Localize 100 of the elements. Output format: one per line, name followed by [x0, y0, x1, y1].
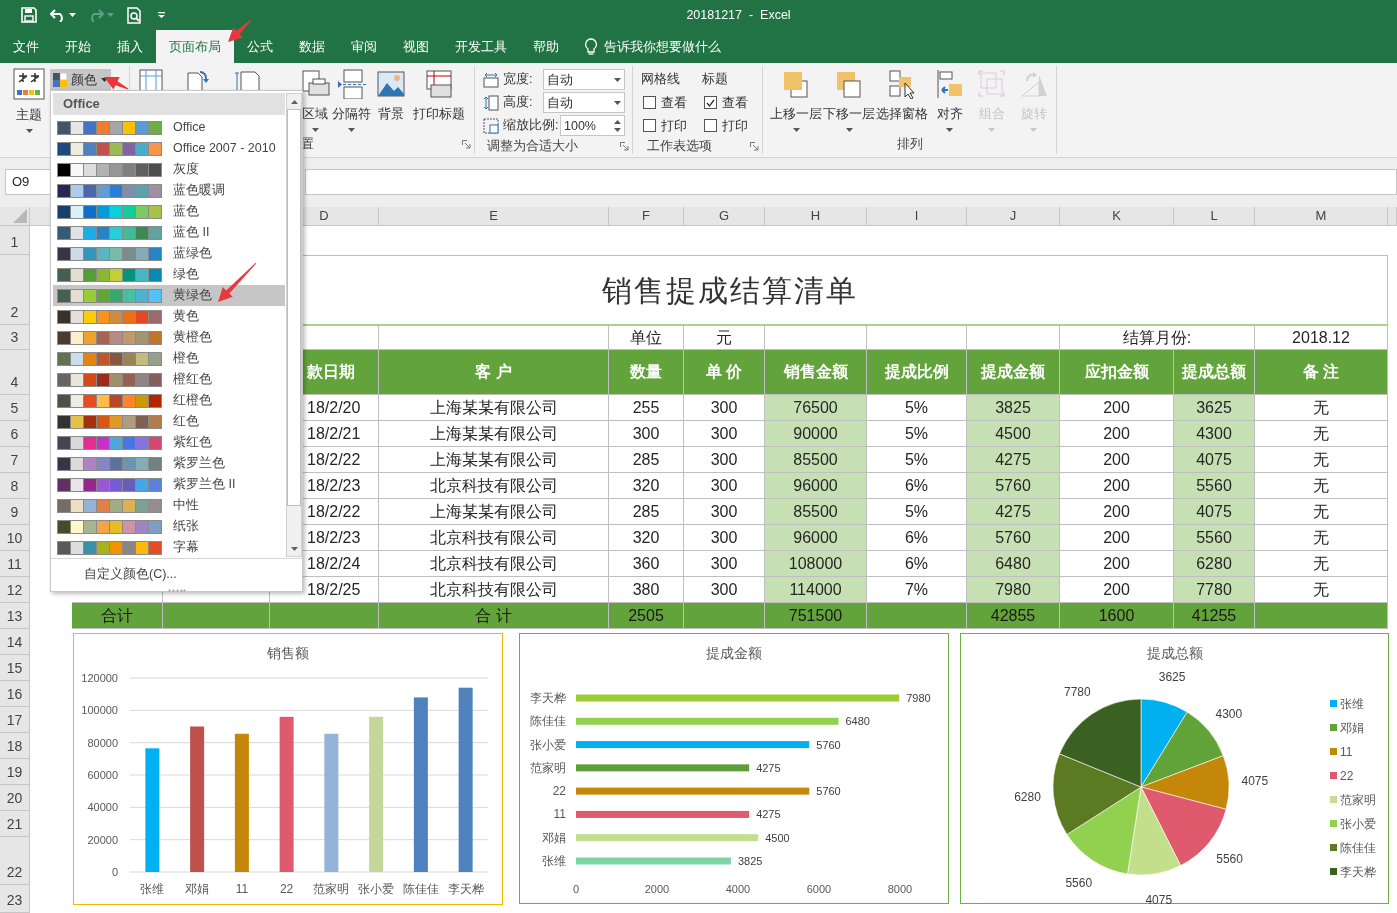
dialog-launcher-button[interactable] [620, 141, 629, 151]
color-scheme-item[interactable]: 黄橙色 [53, 327, 286, 348]
ribbon-button[interactable]: 打印标题 [412, 69, 466, 122]
row-header[interactable]: 12 [0, 577, 30, 603]
row-header[interactable]: 18 [0, 733, 30, 759]
bar-chart[interactable]: 提成金额 0 2000 4000 6000 8000 李天桦 7980 陈佳佳 6480 张小爱 5760 范家明 4275 22 5760 11 4275 邓娟 4500 张维 3825 [519, 633, 949, 904]
row-header[interactable]: 5 [0, 395, 30, 421]
launcher-icon [620, 141, 629, 151]
color-scheme-item[interactable]: 黄绿色 [53, 285, 286, 306]
column-header[interactable]: I [867, 207, 967, 226]
row-header[interactable]: 10 [0, 525, 30, 551]
column-heading: 提成总额 [1174, 350, 1255, 395]
table-cell: 1600 [1060, 603, 1174, 629]
checkbox-label: 查看 [661, 94, 687, 111]
legend-swatch [1330, 868, 1337, 875]
row-header[interactable]: 14 [0, 629, 30, 655]
row-header[interactable]: 19 [0, 759, 30, 785]
table-cell: 无 [1255, 551, 1388, 577]
table-cell: 5% [867, 421, 967, 447]
checkbox[interactable] [704, 119, 717, 132]
color-scheme-item[interactable]: 蓝色暖调 [53, 180, 286, 201]
colors-button[interactable]: 颜色 [50, 69, 111, 91]
table-cell: 结算月份: [1060, 325, 1255, 350]
ribbon-button[interactable]: 下移一层 [823, 69, 875, 132]
axis-label: 11 [235, 882, 249, 896]
row-header[interactable]: 22 [0, 837, 30, 885]
row-header[interactable]: 1 [0, 226, 30, 255]
data-label: 6480 [845, 715, 870, 728]
checkbox[interactable] [643, 96, 656, 109]
table-cell: 7% [867, 577, 967, 603]
dropdown-field[interactable]: 自动 [543, 69, 625, 90]
color-scheme-item[interactable]: Office [53, 117, 286, 138]
group-label: 工作表选项 [647, 138, 712, 155]
ribbon-tab[interactable]: 文件 [0, 30, 52, 63]
ribbon-tab[interactable]: 开始 [52, 30, 104, 63]
column-header[interactable]: M [1255, 207, 1388, 226]
row-header[interactable]: 15 [0, 655, 30, 681]
table-cell: 300 [684, 525, 765, 551]
column-header[interactable]: G [684, 207, 765, 226]
color-scheme-item[interactable]: Office 2007 - 2010 [53, 138, 286, 159]
ribbon-tab[interactable]: 公式 [234, 30, 286, 63]
ribbon-tab[interactable]: 审阅 [338, 30, 390, 63]
ribbon-button[interactable]: 背景 [377, 69, 405, 122]
ribbon-tab[interactable]: 视图 [390, 30, 442, 63]
row-header[interactable]: 9 [0, 499, 30, 525]
column-header[interactable]: H [765, 207, 867, 226]
table-cell: 3825 [967, 395, 1060, 421]
caret-icon [614, 100, 621, 105]
legend-swatch [1330, 844, 1337, 851]
column-header[interactable]: E [379, 207, 609, 226]
ribbon-tab[interactable]: 数据 [286, 30, 338, 63]
ribbon-button[interactable]: 对齐 [929, 69, 970, 132]
row-header[interactable]: 6 [0, 421, 30, 447]
custom-colors-menu-item[interactable]: 自定义颜色(C)... [84, 565, 177, 584]
row-header[interactable]: 4 [0, 350, 30, 395]
row-header[interactable]: 8 [0, 473, 30, 499]
row-header[interactable]: 17 [0, 707, 30, 733]
ribbon-button[interactable]: 选择窗格 [876, 69, 928, 122]
dropdown-field[interactable]: 自动 [543, 92, 625, 113]
column-heading: 数量 [609, 350, 684, 395]
table-cell: 320 [609, 473, 684, 499]
table-cell: 4075 [1174, 499, 1255, 525]
ribbon-button[interactable]: 上移一层 [770, 69, 822, 132]
color-scheme-item[interactable]: 灰度 [53, 159, 286, 180]
dialog-launcher-button[interactable] [750, 141, 759, 151]
lightbulb-icon [584, 37, 598, 56]
row-header[interactable]: 16 [0, 681, 30, 707]
scale-spinner[interactable]: 100% [560, 115, 625, 136]
row-header[interactable]: 7 [0, 447, 30, 473]
row-header[interactable]: 13 [0, 603, 30, 629]
checkbox-label: 打印 [661, 117, 687, 134]
save-button[interactable] [18, 4, 40, 26]
themes-button[interactable]: 主题 [10, 66, 48, 133]
formula-input[interactable] [305, 169, 1397, 195]
column-header[interactable]: F [609, 207, 684, 226]
axis-label: 0 [572, 883, 580, 895]
row-header[interactable]: 23 [0, 885, 30, 913]
row-header[interactable]: 21 [0, 811, 30, 837]
ribbon-tab[interactable]: 帮助 [520, 30, 572, 63]
ribbon-tab[interactable]: 插入 [104, 30, 156, 63]
table-cell: 合计 [72, 603, 163, 629]
ribbon-tab[interactable]: 开发工具 [442, 30, 520, 63]
scrollbar-thumb[interactable] [287, 109, 301, 506]
column-header[interactable]: K [1060, 207, 1174, 226]
column-header[interactable]: J [967, 207, 1060, 226]
column-header[interactable]: L [1174, 207, 1255, 226]
bar-chart[interactable]: 销售额 0 20000 40000 60000 80000 100000 120000 张维 邓娟 11 22 范家明 张小爱 陈佳佳 李天桦 [73, 633, 503, 905]
checkbox[interactable] [643, 119, 656, 132]
row-header[interactable]: 11 [0, 551, 30, 577]
ribbon-tab[interactable]: 页面布局 [156, 30, 234, 63]
dialog-launcher-button[interactable] [462, 139, 471, 149]
ribbon-button[interactable]: 分隔符 [332, 69, 370, 132]
pie-chart[interactable]: 提成总额 3625 4300 4075 5560 4075 5560 6280 7780 张维 邓娟 11 22 范家明 张小爱 陈佳佳 李天桦 [960, 633, 1389, 904]
row-header[interactable]: 20 [0, 785, 30, 811]
row-header[interactable]: 3 [0, 325, 30, 350]
row-header[interactable]: 2 [0, 255, 30, 325]
tell-me-field[interactable]: 告诉我你想要做什么 [604, 36, 774, 57]
checkbox[interactable] [704, 96, 717, 109]
table-cell: 元 [684, 325, 765, 350]
axis-label: 邓娟 [542, 830, 566, 845]
